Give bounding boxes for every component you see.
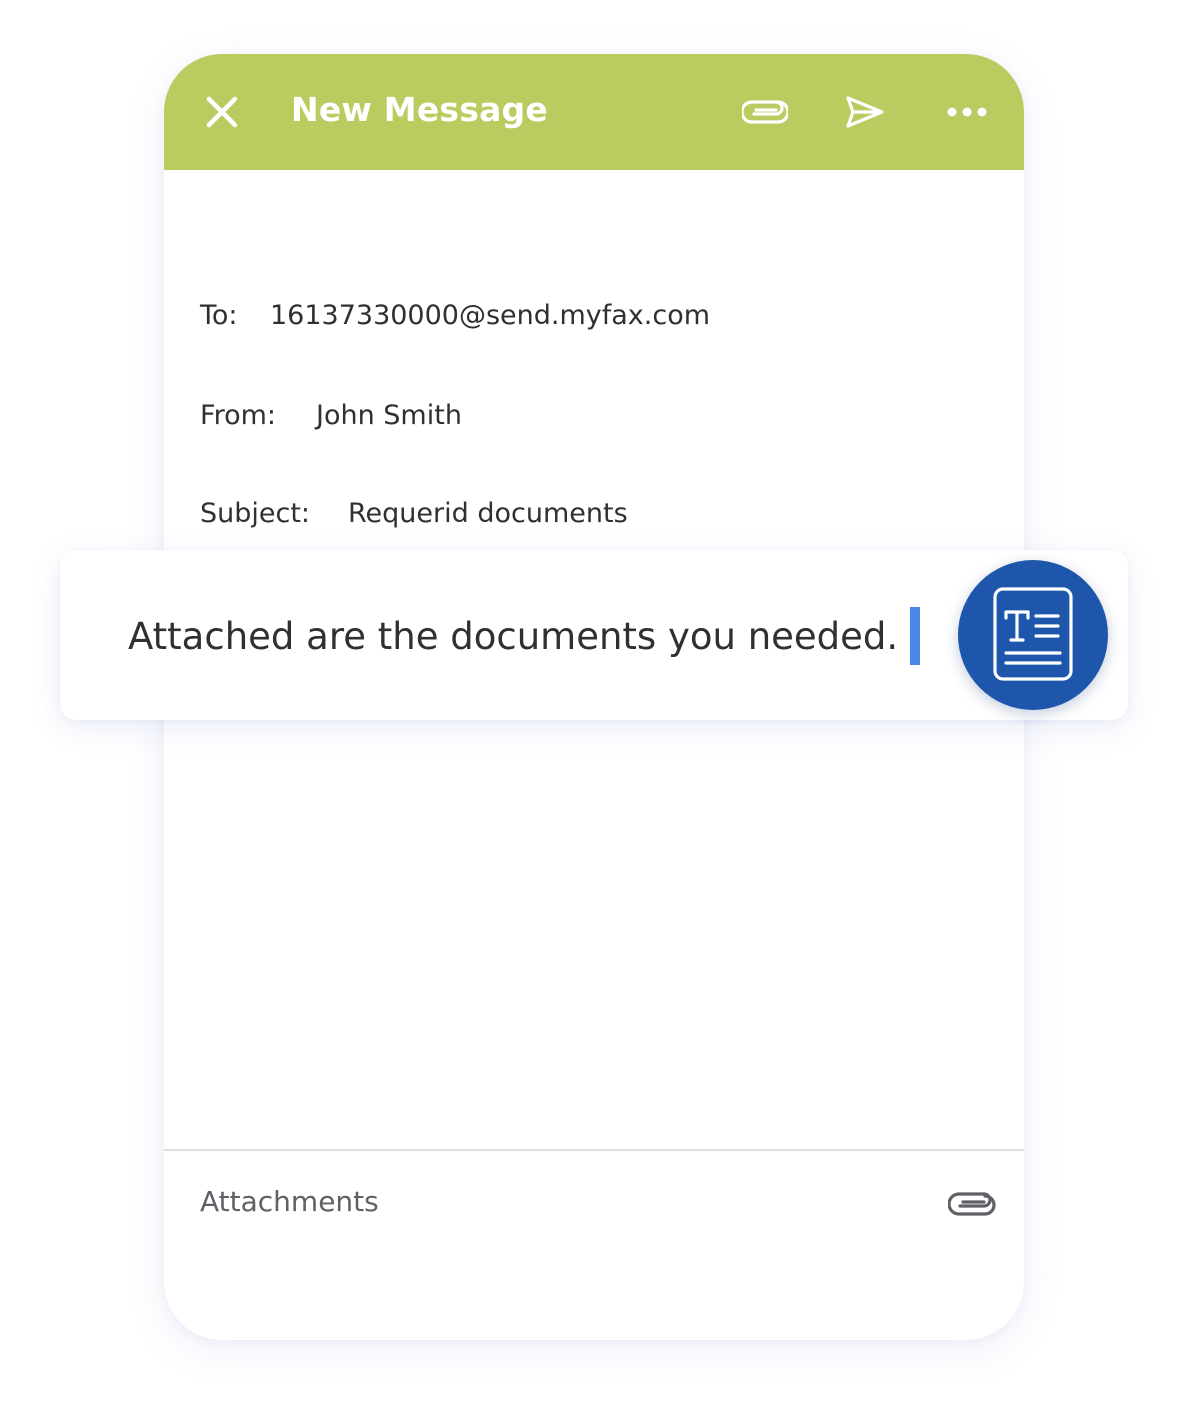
subject-value[interactable]: Requerid documents <box>348 497 628 531</box>
from-field[interactable]: From: John Smith <box>200 399 462 433</box>
from-label: From: <box>200 400 276 431</box>
to-label: To: <box>200 300 238 331</box>
page-title: New Message <box>291 90 548 129</box>
to-value[interactable]: 16137330000@send.myfax.com <box>270 299 710 333</box>
attachments-label: Attachments <box>200 1185 379 1218</box>
subject-field[interactable]: Subject: Requerid documents <box>200 497 628 531</box>
attachments-divider <box>164 1149 1024 1151</box>
close-icon[interactable] <box>204 94 240 130</box>
compose-header: New Message <box>164 54 1024 170</box>
text-document-icon <box>958 560 1108 710</box>
text-caret <box>910 607 921 665</box>
from-value[interactable]: John Smith <box>316 399 462 433</box>
stage: New Message To: 16137330000@send.myfax.c… <box>0 0 1188 1406</box>
subject-label: Subject: <box>200 498 311 529</box>
send-icon[interactable] <box>844 90 886 134</box>
paperclip-icon[interactable] <box>742 90 788 134</box>
paperclip-icon[interactable] <box>948 1184 996 1220</box>
more-icon[interactable] <box>946 90 988 134</box>
message-body-text[interactable]: Attached are the documents you needed. <box>128 614 898 660</box>
to-field[interactable]: To: 16137330000@send.myfax.com <box>200 299 710 333</box>
